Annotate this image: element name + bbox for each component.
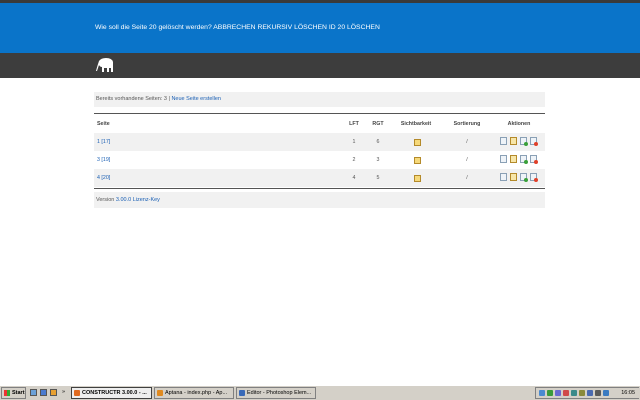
delete-confirm-bar: Wie soll die Seite 20 gelöscht werden? A… bbox=[0, 3, 640, 53]
show-desktop-icon[interactable] bbox=[30, 389, 37, 396]
delete-confirm-message: Wie soll die Seite 20 gelöscht werden? A… bbox=[95, 24, 380, 31]
tray-app-icon[interactable] bbox=[587, 390, 593, 396]
table-row: 1 [17] 1 6 / bbox=[94, 133, 545, 151]
delete-icon[interactable] bbox=[530, 173, 538, 182]
col-rgt: RGT bbox=[372, 121, 384, 127]
recursive-delete-link[interactable]: REKURSIV LÖSCHEN bbox=[257, 24, 327, 31]
edit-icon[interactable] bbox=[510, 173, 517, 181]
aptana-icon bbox=[157, 390, 163, 396]
preview-icon[interactable] bbox=[500, 173, 507, 181]
start-label: Start bbox=[12, 390, 25, 396]
delete-icon[interactable] bbox=[530, 137, 538, 146]
preview-icon[interactable] bbox=[500, 137, 507, 145]
delete-id-link[interactable]: ID 20 LÖSCHEN bbox=[329, 24, 380, 31]
windows-taskbar: Start » CONSTRUCTR 3.00.0 - ... Aptana -… bbox=[0, 385, 640, 400]
tray-volume-icon[interactable] bbox=[595, 390, 601, 396]
quicklaunch-media-icon[interactable] bbox=[50, 389, 57, 396]
version-bar: Version 3.00.0 Lizenz-Key bbox=[94, 192, 545, 208]
col-sichtbarkeit: Sichtbarkeit bbox=[400, 121, 432, 127]
task-label: CONSTRUCTR 3.00.0 - ... bbox=[82, 390, 147, 396]
edit-icon[interactable] bbox=[510, 155, 517, 163]
rgt-value: 6 bbox=[376, 139, 380, 145]
col-aktionen: Aktionen bbox=[507, 121, 531, 127]
visibility-icon[interactable] bbox=[413, 157, 421, 164]
clock[interactable]: 16:05 bbox=[621, 388, 635, 398]
lft-value: 1 bbox=[352, 139, 356, 145]
add-subpage-icon[interactable] bbox=[520, 137, 528, 146]
rgt-value: 3 bbox=[376, 157, 380, 163]
start-button[interactable]: Start bbox=[1, 387, 26, 399]
task-label: Aptana - index.php - Ap... bbox=[165, 390, 228, 396]
preview-icon[interactable] bbox=[500, 155, 507, 163]
page-link[interactable]: 4 [20] bbox=[97, 175, 110, 181]
quicklaunch-more-chevron[interactable]: » bbox=[62, 387, 65, 397]
elephant-logo-icon[interactable] bbox=[96, 57, 116, 74]
task-aptana[interactable]: Aptana - index.php - Ap... bbox=[154, 387, 234, 399]
tray-app-icon[interactable] bbox=[563, 390, 569, 396]
sort-value[interactable]: / bbox=[462, 139, 472, 145]
tray-app-icon[interactable] bbox=[571, 390, 577, 396]
license-key-link[interactable]: 3.00.0 Lizenz-Key bbox=[116, 197, 160, 203]
lft-value: 2 bbox=[352, 157, 356, 163]
windows-flag-icon bbox=[4, 390, 10, 396]
sort-value[interactable]: / bbox=[462, 175, 472, 181]
page-link[interactable]: 3 [19] bbox=[97, 157, 110, 163]
page-link[interactable]: 1 [17] bbox=[97, 139, 110, 145]
table-divider bbox=[94, 188, 545, 189]
tray-app-icon[interactable] bbox=[579, 390, 585, 396]
task-constructr[interactable]: CONSTRUCTR 3.00.0 - ... bbox=[71, 387, 152, 399]
pages-count-text: Bereits vorhandene Seiten: 3 | bbox=[96, 96, 170, 102]
delete-icon[interactable] bbox=[530, 155, 538, 164]
table-row: 3 [19] 2 3 / bbox=[94, 151, 545, 169]
photoshop-icon bbox=[239, 390, 245, 396]
table-row: 4 [20] 4 5 / bbox=[94, 169, 545, 187]
edit-icon[interactable] bbox=[510, 137, 517, 145]
quicklaunch-ie-icon[interactable] bbox=[40, 389, 47, 396]
lft-value: 4 bbox=[352, 175, 356, 181]
visibility-icon[interactable] bbox=[413, 175, 421, 182]
version-label: Version bbox=[96, 197, 115, 203]
table-header: Seite LFT RGT Sichtbarkeit Sortierung Ak… bbox=[94, 114, 545, 133]
pages-table: Seite LFT RGT Sichtbarkeit Sortierung Ak… bbox=[94, 113, 545, 189]
task-label: Editor - Photoshop Elem... bbox=[247, 390, 312, 396]
pages-info-bar: Bereits vorhandene Seiten: 3 | Neue Seit… bbox=[94, 92, 545, 107]
tray-app-icon[interactable] bbox=[603, 390, 609, 396]
task-photoshop[interactable]: Editor - Photoshop Elem... bbox=[236, 387, 316, 399]
new-page-link[interactable]: Neue Seite erstellen bbox=[171, 96, 221, 102]
system-tray: 16:05 bbox=[535, 387, 639, 399]
col-seite: Seite bbox=[97, 121, 110, 127]
add-subpage-icon[interactable] bbox=[520, 155, 528, 164]
delete-question: Wie soll die Seite 20 gelöscht werden? bbox=[95, 24, 212, 31]
cancel-link[interactable]: ABBRECHEN bbox=[213, 24, 255, 31]
sort-value[interactable]: / bbox=[462, 157, 472, 163]
add-subpage-icon[interactable] bbox=[520, 173, 528, 182]
firefox-icon bbox=[74, 390, 80, 396]
tray-app-icon[interactable] bbox=[555, 390, 561, 396]
tray-network-icon[interactable] bbox=[539, 390, 545, 396]
col-lft: LFT bbox=[349, 121, 359, 127]
rgt-value: 5 bbox=[376, 175, 380, 181]
visibility-icon[interactable] bbox=[413, 139, 421, 146]
col-sortierung: Sortierung bbox=[453, 121, 481, 127]
tray-security-icon[interactable] bbox=[547, 390, 553, 396]
